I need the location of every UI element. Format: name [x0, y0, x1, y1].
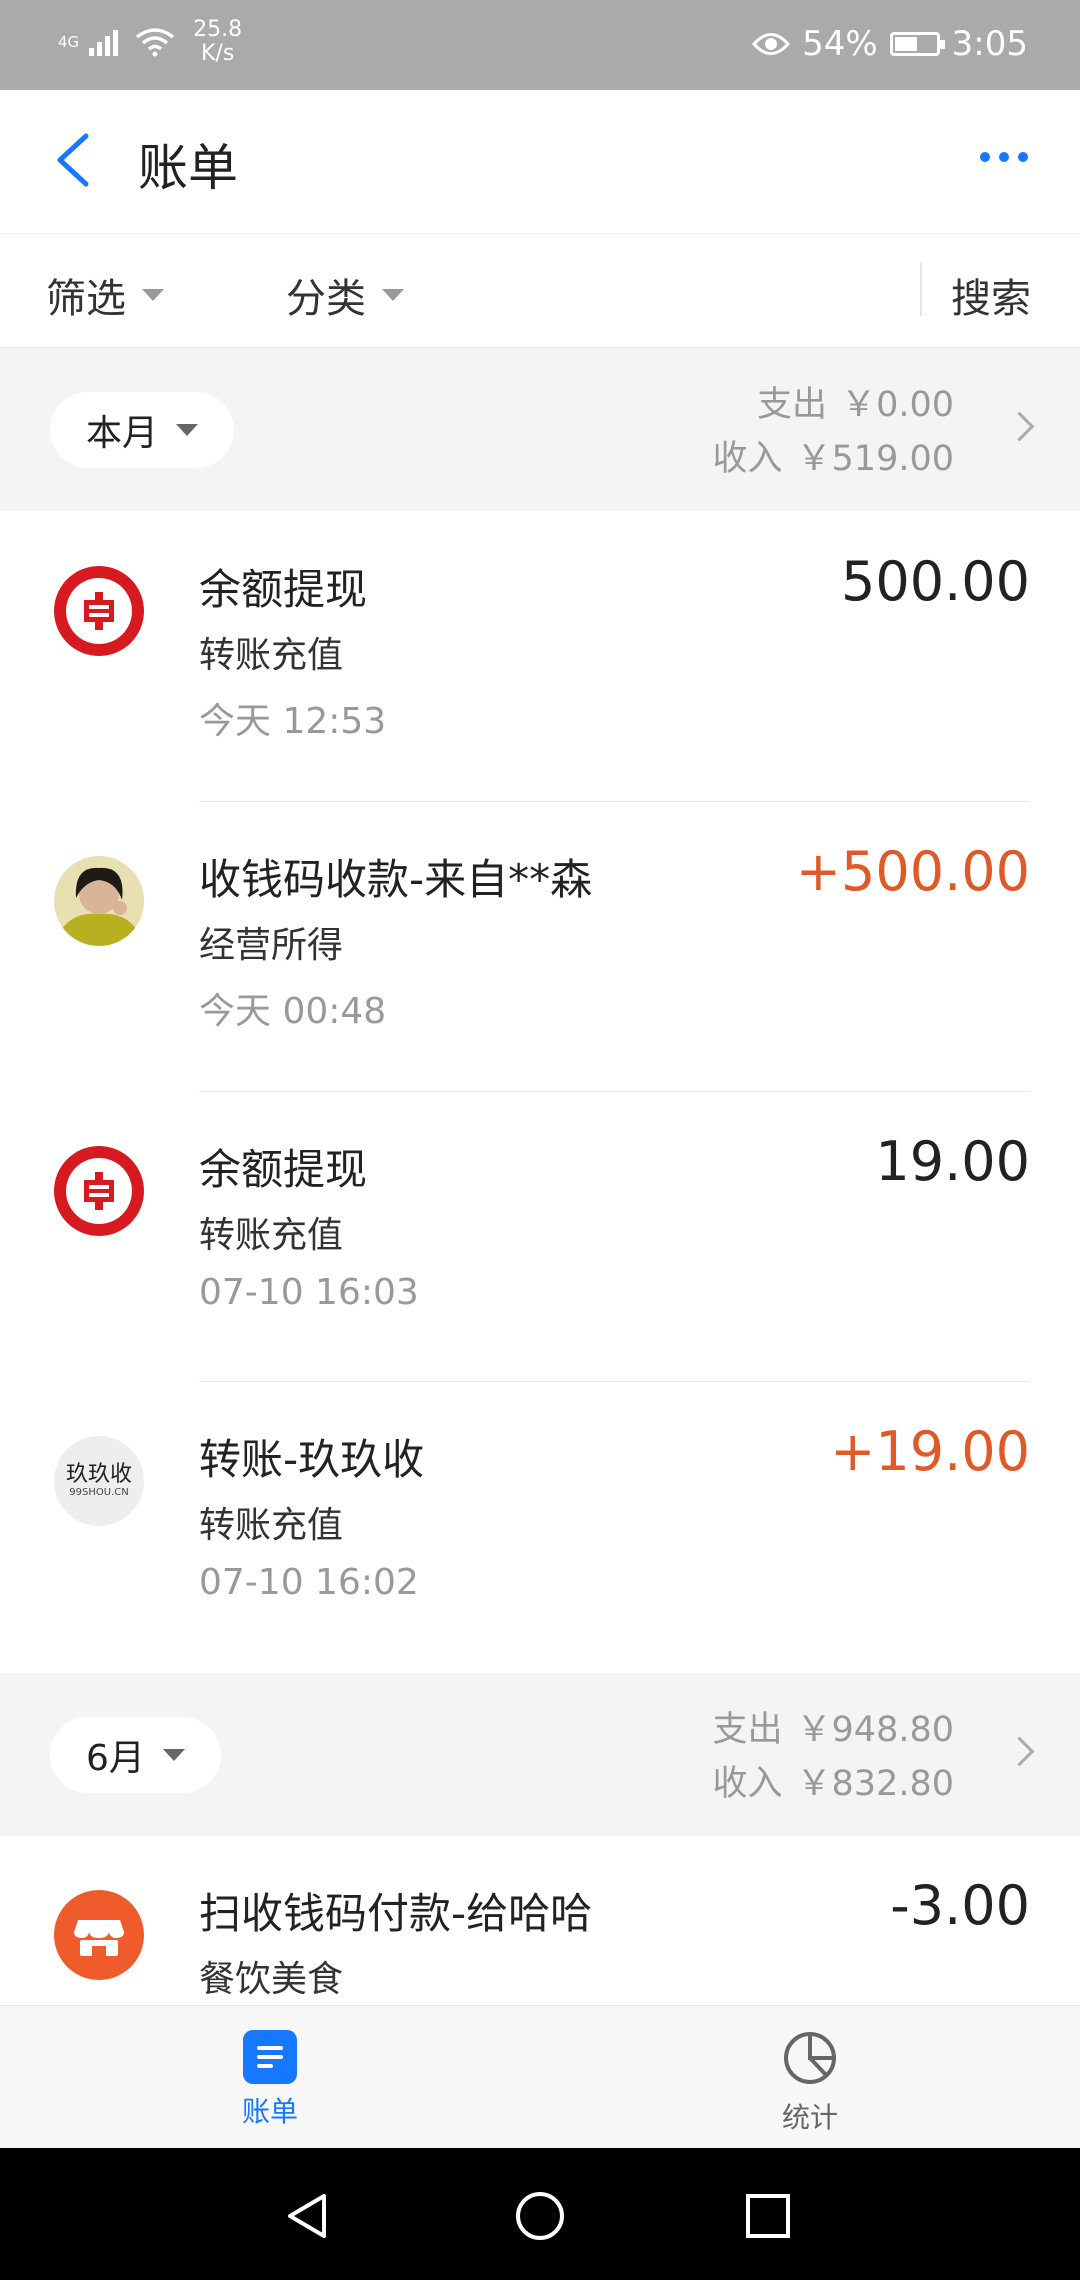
transaction-time: 今天 12:53: [199, 701, 387, 742]
transaction-category: 经营所得: [199, 925, 344, 966]
filter-bar: 筛选 分类 搜索: [0, 234, 1080, 348]
battery-icon: [889, 32, 945, 56]
income-value: ￥519.00: [796, 439, 954, 479]
bottom-nav: 账单 统计: [0, 2005, 1080, 2149]
network-type: 4G: [58, 33, 80, 51]
income-label: 收入: [712, 439, 783, 479]
more-options-icon[interactable]: [980, 152, 1028, 162]
income-label: 收入: [712, 1764, 783, 1804]
transaction-time: 07-10 16:02: [199, 1562, 419, 1603]
transaction-name: 收钱码收款-来自**森: [199, 855, 593, 904]
transaction-time: 07-10 16:03: [199, 1272, 419, 1313]
icbc-bank-icon: [54, 1146, 144, 1236]
expense-value: ￥0.00: [841, 385, 954, 425]
transaction-amount: 19.00: [875, 1130, 1030, 1193]
month-label: 6月: [86, 1738, 145, 1779]
transaction-row[interactable]: 收钱码收款-来自**森 经营所得 今天 00:48 +500.00: [0, 802, 1080, 1092]
transaction-name: 余额提现: [199, 565, 368, 614]
search-button[interactable]: 搜索: [951, 266, 1031, 324]
eye-icon: [752, 33, 791, 55]
back-triangle-icon[interactable]: [284, 2192, 332, 2240]
filter-label: 筛选: [46, 276, 126, 322]
battery-percent: 54%: [802, 24, 878, 64]
transaction-amount: +19.00: [830, 1420, 1030, 1483]
transaction-name: 转账-玖玖收: [199, 1435, 425, 1484]
transaction-name: 余额提现: [199, 1145, 368, 1194]
clock: 3:05: [951, 24, 1028, 64]
month-summary: 支出 ￥0.00 收入 ￥519.00: [713, 378, 954, 486]
month-selector[interactable]: 本月: [50, 392, 235, 468]
recents-square-icon[interactable]: [744, 2192, 792, 2240]
page-title: 账单: [138, 139, 238, 197]
caret-down-icon: [142, 289, 164, 301]
month-header[interactable]: 6月 支出 ￥948.80 收入 ￥832.80: [0, 1673, 1080, 1836]
expense-value: ￥948.80: [796, 1710, 954, 1750]
speed-unit: K/s: [201, 41, 235, 66]
tab-label: 统计: [781, 2101, 838, 2134]
jiujiushou-logo: 玖玖收 99SHOU.CN: [54, 1436, 144, 1526]
transaction-category: 餐饮美食: [199, 1959, 344, 2000]
status-bar: 4G 25.8 K/s 54% 3:05: [0, 0, 1080, 90]
transaction-name: 扫收钱码付款-给哈哈: [199, 1889, 593, 1938]
category-label: 分类: [286, 276, 366, 322]
home-circle-icon[interactable]: [514, 2190, 566, 2242]
category-dropdown[interactable]: 分类: [286, 266, 404, 324]
user-avatar: [54, 856, 144, 946]
month-summary: 支出 ￥948.80 收入 ￥832.80: [713, 1703, 954, 1811]
shop-icon: [54, 1890, 144, 1980]
system-nav-bar: [0, 2148, 1080, 2280]
caret-down-icon: [382, 289, 404, 301]
speed-value: 25.8: [193, 17, 243, 42]
wifi-icon: [136, 28, 175, 57]
tab-label: 账单: [241, 2095, 298, 2128]
icbc-bank-icon: [54, 566, 144, 656]
transaction-row[interactable]: 余额提现 转账充值 07-10 16:03 19.00: [0, 1092, 1080, 1382]
transaction-category: 转账充值: [199, 635, 344, 676]
month-selector[interactable]: 6月: [50, 1717, 221, 1793]
divider: [920, 262, 922, 316]
caret-down-icon: [176, 424, 199, 436]
income-value: ￥832.80: [796, 1764, 954, 1804]
filter-dropdown[interactable]: 筛选: [46, 266, 164, 324]
transaction-row[interactable]: 玖玖收 99SHOU.CN 转账-玖玖收 转账充值 07-10 16:02 +1…: [0, 1382, 1080, 1672]
transaction-amount: 500.00: [841, 550, 1030, 613]
transaction-row[interactable]: 余额提现 转账充值 今天 12:53 500.00: [0, 512, 1080, 802]
transaction-amount: +500.00: [795, 840, 1030, 903]
transaction-amount: -3.00: [890, 1874, 1030, 1937]
logo-text: 玖玖收: [65, 1462, 132, 1487]
transaction-category: 转账充值: [199, 1505, 344, 1546]
signal-icon: [89, 30, 119, 56]
tab-bill[interactable]: 账单: [210, 2030, 330, 2130]
caret-down-icon: [162, 1749, 185, 1761]
month-label: 本月: [86, 413, 159, 454]
back-arrow-icon[interactable]: [48, 130, 98, 190]
pie-chart-icon: [784, 2032, 836, 2084]
bill-icon: [243, 2030, 297, 2084]
month-header[interactable]: 本月 支出 ￥0.00 收入 ￥519.00: [0, 348, 1080, 511]
chevron-right-icon: [1004, 1736, 1035, 1767]
expense-label: 支出: [712, 1710, 783, 1750]
chevron-right-icon: [1004, 411, 1035, 442]
app-header: 账单: [0, 90, 1080, 234]
transaction-category: 转账充值: [199, 1215, 344, 1256]
logo-url: 99SHOU.CN: [69, 1487, 129, 1498]
tab-statistics[interactable]: 统计: [750, 2030, 870, 2136]
transaction-time: 今天 00:48: [199, 991, 387, 1032]
network-speed: 25.8 K/s: [193, 18, 242, 66]
expense-label: 支出: [757, 385, 828, 425]
